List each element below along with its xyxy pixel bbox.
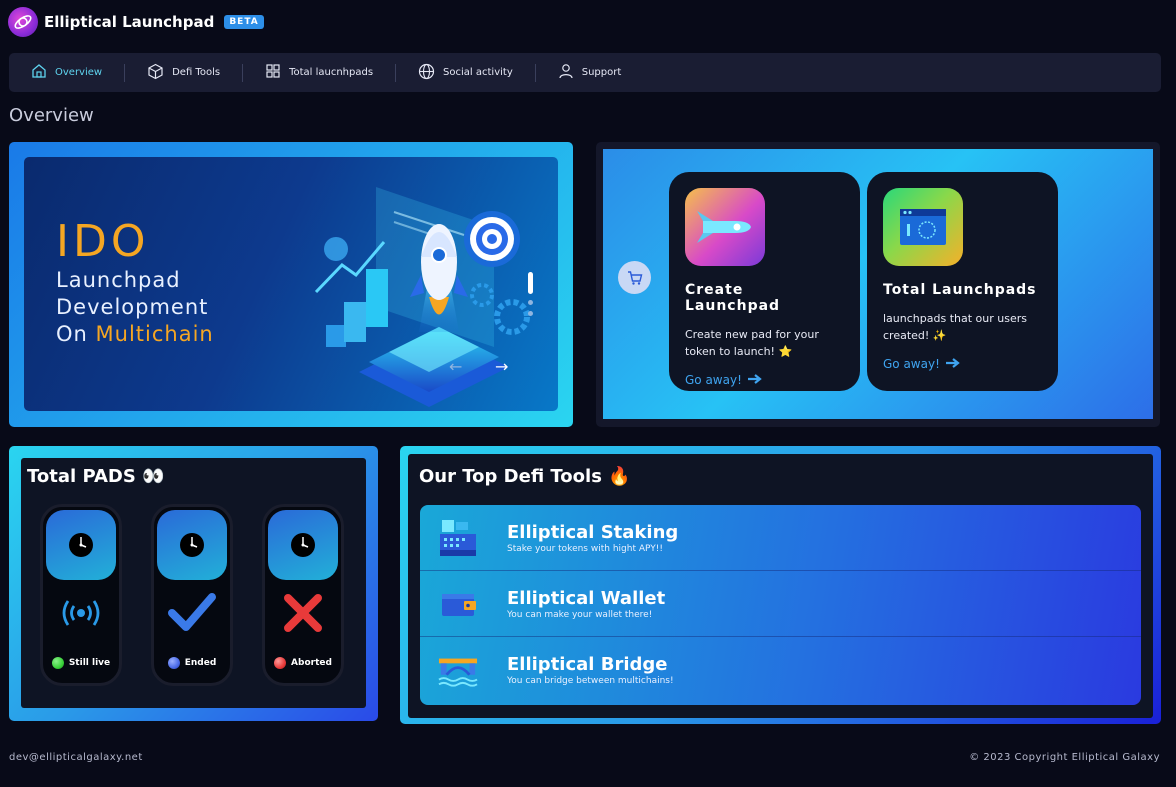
nav-label: Support [581, 67, 622, 78]
go-away-link[interactable]: Go away! [883, 357, 1042, 371]
nav-item-social-activity[interactable]: Social activity [418, 53, 535, 92]
carousel-dot[interactable] [528, 300, 533, 305]
pad-label-text: Ended [184, 658, 217, 668]
create-launchpad-card[interactable]: Create Launchpad Create new pad for your… [669, 172, 860, 391]
wallet-icon [438, 584, 478, 624]
nav-divider [242, 63, 244, 82]
pad-status-label: Still live [43, 657, 119, 669]
cross-icon [265, 593, 341, 633]
total-launchpads-card[interactable]: Total Launchpads launchpads that our use… [867, 172, 1058, 391]
cash-register-icon [438, 518, 478, 558]
nav-item-total-launchpads[interactable]: Total laucnhpads [265, 53, 395, 92]
nav-divider [534, 63, 536, 82]
hero-headline: IDO [56, 216, 150, 267]
pad-label-text: Still live [68, 658, 111, 668]
nav-item-support[interactable]: Support [558, 53, 644, 92]
card-description: Create new pad for your token to launch!… [685, 328, 819, 358]
page-title: Overview [9, 105, 94, 126]
tool-description: You can make your wallet there! [507, 609, 653, 620]
tool-row-staking[interactable]: Elliptical Staking Stake your tokens wit… [420, 505, 1141, 571]
nav-item-overview[interactable]: Overview [31, 53, 124, 92]
link-label: Go away! [685, 373, 742, 387]
clock-icon [268, 510, 338, 580]
bridge-icon [438, 650, 478, 690]
nav-label: Defi Tools [172, 67, 221, 78]
nav-label: Total laucnhpads [289, 67, 374, 78]
beta-badge: BETA [224, 15, 264, 29]
defi-tools-list: Elliptical Staking Stake your tokens wit… [420, 505, 1141, 705]
hero-line-3-prefix: On [56, 322, 96, 346]
carousel-indicators [528, 272, 533, 316]
defi-tools-panel: Our Top Defi Tools 🔥 Elliptical Staking … [400, 446, 1161, 724]
link-label: Go away! [883, 357, 940, 371]
arrow-right-icon [945, 357, 960, 371]
tool-description: Stake your tokens with hight APY!! [507, 543, 663, 554]
card-title: Total Launchpads [883, 282, 1037, 298]
carousel-dot-active[interactable] [528, 272, 533, 294]
pad-card-live[interactable]: Still live [40, 504, 122, 686]
hero-line-2: Development [56, 295, 209, 319]
nav-label: Overview [55, 67, 103, 78]
user-icon [558, 63, 574, 82]
tool-text: Elliptical Bridge You can bridge between… [507, 654, 674, 686]
hero-line-3: On Multichain [56, 321, 214, 348]
brand[interactable]: Elliptical Launchpad BETA [8, 7, 264, 37]
card-description: launchpads that our users created! ✨ [883, 312, 1027, 342]
cart-icon[interactable] [618, 261, 651, 294]
checkmark-icon [154, 593, 230, 633]
tool-text: Elliptical Staking Stake your tokens wit… [507, 522, 678, 554]
home-icon [31, 63, 47, 82]
launchpad-panel: Create Launchpad Create new pad for your… [596, 142, 1160, 427]
carousel-prev-arrow-icon[interactable]: ← [449, 357, 462, 376]
led-indicator [51, 657, 64, 669]
pad-status-label: Aborted [265, 657, 341, 669]
hero-slide[interactable]: IDO Launchpad Development On Multichain … [24, 157, 558, 411]
nav-item-defi-tools[interactable]: Defi Tools [147, 53, 242, 92]
nav-label: Social activity [443, 67, 513, 78]
hero-text: IDO Launchpad Development On Multichain [56, 217, 214, 348]
tool-name: Elliptical Staking [507, 521, 679, 543]
total-pads-title: Total PADS 👀 [27, 466, 165, 487]
tool-name: Elliptical Wallet [507, 587, 666, 609]
broadcast-icon [43, 593, 119, 633]
browser-window-icon [883, 188, 963, 266]
nav-divider [395, 63, 397, 82]
clock-icon [46, 510, 116, 580]
pad-card-aborted[interactable]: Aborted [262, 504, 344, 686]
led-indicator [274, 657, 287, 669]
pad-label-text: Aborted [291, 658, 332, 668]
tool-description: You can bridge between multichains! [507, 676, 674, 686]
nav-divider [124, 63, 126, 82]
rocket-icon [685, 188, 765, 266]
tool-row-wallet[interactable]: Elliptical Wallet You can make your wall… [420, 571, 1141, 637]
card-title: Create Launchpad [685, 282, 781, 314]
app-title: Elliptical Launchpad [44, 13, 215, 31]
defi-tools-title: Our Top Defi Tools 🔥 [419, 466, 631, 487]
footer-copyright: © 2023 Copyright Elliptical Galaxy [969, 752, 1160, 763]
carousel-next-arrow-icon[interactable]: → [495, 357, 508, 376]
go-away-link[interactable]: Go away! [685, 373, 844, 387]
tool-text: Elliptical Wallet You can make your wall… [507, 588, 665, 620]
launchpad-panel-inner: Create Launchpad Create new pad for your… [603, 149, 1153, 419]
tool-name: Elliptical Bridge [507, 654, 668, 675]
cube-icon [147, 63, 164, 83]
pad-card-ended[interactable]: Ended [151, 504, 233, 686]
led-indicator [167, 657, 180, 669]
total-pads-panel: Total PADS 👀 Still live Ended Aborted [9, 446, 378, 721]
hero-carousel: IDO Launchpad Development On Multichain … [9, 142, 573, 427]
footer-email[interactable]: dev@ellipticalgalaxy.net [9, 752, 143, 763]
main-nav: Overview Defi Tools Total laucnhpads Soc… [9, 53, 1161, 92]
carousel-dot[interactable] [528, 311, 533, 316]
pad-status-label: Ended [154, 657, 230, 669]
defi-tools-inner: Our Top Defi Tools 🔥 Elliptical Staking … [408, 454, 1153, 718]
hero-line-3-accent: Multichain [95, 322, 214, 346]
arrow-right-icon [747, 373, 762, 387]
globe-icon [418, 63, 435, 83]
elliptical-galaxy-logo [8, 7, 38, 37]
tool-row-bridge[interactable]: Elliptical Bridge You can bridge between… [420, 637, 1141, 703]
hero-line-1: Launchpad [56, 268, 181, 292]
total-pads-inner: Total PADS 👀 Still live Ended Aborted [21, 458, 366, 708]
clock-icon [157, 510, 227, 580]
grid-icon [265, 63, 281, 82]
